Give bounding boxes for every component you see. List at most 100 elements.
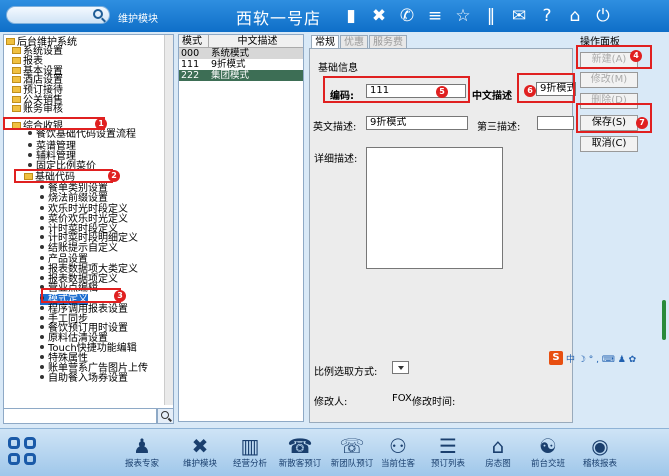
column-header-cn-desc[interactable]: 中文描述 xyxy=(209,35,303,47)
nav-item-audit[interactable]: ◉ 稽核报表 xyxy=(572,433,628,470)
detail-form: 基础信息 编码: 111 中文描述 9折模式 英文描述: 9折模式 第三描述: … xyxy=(309,48,576,423)
bullet-icon xyxy=(40,306,44,310)
tree-leaf-item[interactable]: 自助餐入场券设置 xyxy=(40,373,128,384)
guest-icon: ⚇ xyxy=(389,434,407,458)
nav-item-room-map[interactable]: ⌂ 房态图 xyxy=(470,433,526,470)
tree-folder-item[interactable]: 账务审核 xyxy=(12,104,63,115)
table-row[interactable]: 000 系统模式 xyxy=(179,48,303,59)
top-icon-bar: ▮ ✖ ✆ ≡ ☆ ‖ ✉ ? ⌂ ⏻ xyxy=(340,5,614,27)
tree-leaf-item[interactable]: 结账提示自定义 xyxy=(40,243,118,254)
bullet-icon xyxy=(40,216,44,220)
brand-title: 西软一号店 xyxy=(236,9,322,28)
ime-status: 中 ☽ ° , ⌨ ♟ ✿ xyxy=(566,354,637,365)
tree-vertical-scrollbar[interactable] xyxy=(164,35,173,405)
bullet-icon xyxy=(28,131,32,135)
tree-search-icon[interactable] xyxy=(157,408,174,424)
tab-service-fee[interactable]: 服务费 xyxy=(369,35,407,49)
step-marker-5: 5 xyxy=(436,86,448,98)
bullet-icon xyxy=(40,316,44,320)
tree-item-label: 餐饮基础代码设置流程 xyxy=(36,129,136,140)
nav-item-list[interactable]: ☰ 预订列表 xyxy=(420,433,476,470)
help-icon[interactable]: ? xyxy=(536,5,558,27)
nav-item-guest[interactable]: ⚇ 当前住客 xyxy=(370,433,426,470)
nav-item-bar-chart[interactable]: ▥ 经营分析 xyxy=(222,433,278,470)
third-desc-label: 第三描述: xyxy=(477,122,521,133)
edit-button[interactable]: 修改(M) xyxy=(580,72,638,88)
phone-icon[interactable]: ✆ xyxy=(396,5,418,27)
module-label: 维护模块 xyxy=(118,14,158,25)
bullet-icon xyxy=(40,206,44,210)
menu-icon[interactable]: ≡ xyxy=(424,5,446,27)
cancel-button[interactable]: 取消(C) xyxy=(580,136,638,152)
mail-icon[interactable]: ✉ xyxy=(508,5,530,27)
folder-icon xyxy=(12,57,21,64)
nav-item-handover[interactable]: ☯ 前台交班 xyxy=(520,433,576,470)
column-header-mode[interactable]: 模式 xyxy=(179,35,209,47)
table-row[interactable]: 111 9折模式 xyxy=(179,59,303,70)
cell-code: 000 xyxy=(181,48,200,59)
cell-code: 111 xyxy=(181,59,200,70)
step-marker-1: 1 xyxy=(95,118,107,130)
detail-desc-field[interactable] xyxy=(366,147,503,269)
en-desc-field[interactable]: 9折模式 xyxy=(366,116,468,130)
folder-icon xyxy=(12,96,21,103)
bullet-icon xyxy=(40,375,44,379)
nav-item-label: 当前住客 xyxy=(380,459,415,469)
modifier-label: 修改人: xyxy=(314,397,348,408)
step-marker-2: 2 xyxy=(108,170,120,182)
pause-icon[interactable]: ‖ xyxy=(480,5,502,27)
power-icon[interactable]: ⏻ xyxy=(592,5,614,27)
bullet-icon xyxy=(40,185,44,189)
home-icon[interactable]: ⌂ xyxy=(564,5,586,27)
bullet-icon xyxy=(28,143,32,147)
folder-icon xyxy=(12,76,21,83)
search-box[interactable] xyxy=(6,6,110,24)
section-title: 基础信息 xyxy=(318,63,358,74)
third-desc-field[interactable] xyxy=(537,116,574,130)
ratio-method-label: 比例选取方式: xyxy=(314,367,378,378)
ratio-method-select[interactable] xyxy=(392,361,409,374)
tools-icon: ✖ xyxy=(191,434,209,458)
star-icon[interactable]: ☆ xyxy=(452,5,474,27)
step-marker-3: 3 xyxy=(114,290,126,302)
nav-item-booking[interactable]: ☎ 新散客预订 xyxy=(272,433,328,470)
nav-item-label: 稽核报表 xyxy=(582,459,617,469)
highlight-box xyxy=(323,76,470,103)
search-icon[interactable] xyxy=(93,9,103,19)
signal-icon[interactable]: ▮ xyxy=(340,5,362,27)
nav-item-tools[interactable]: ✖ 维护模块 xyxy=(172,433,228,470)
tab-discount[interactable]: 优惠 xyxy=(340,35,368,49)
bullet-icon xyxy=(40,245,44,249)
cell-desc: 9折模式 xyxy=(211,59,246,70)
tools-icon[interactable]: ✖ xyxy=(368,5,390,27)
audit-icon: ◉ xyxy=(591,434,609,458)
grid-header: 模式 中文描述 xyxy=(179,35,303,48)
nav-item-label: 预订列表 xyxy=(430,459,465,469)
sogou-ime-icon[interactable]: S xyxy=(549,351,563,365)
bullet-icon xyxy=(40,276,44,280)
cn-desc-label: 中文描述 xyxy=(472,91,512,102)
tree-leaf-item[interactable]: 餐饮基础代码设置流程 xyxy=(28,129,136,140)
booking-icon: ☎ xyxy=(287,434,313,458)
tree-item-label: 自助餐入场券设置 xyxy=(48,373,128,384)
nav-item-label: 报表专家 xyxy=(124,459,159,469)
cell-code: 222 xyxy=(181,70,200,81)
bullet-icon xyxy=(40,235,44,239)
top-bar: 维护模块 西软一号店 ▮ ✖ ✆ ≡ ☆ ‖ ✉ ? ⌂ ⏻ xyxy=(0,0,669,32)
bullet-icon xyxy=(40,195,44,199)
app-logo-icon[interactable] xyxy=(8,437,40,469)
ime-toolbar[interactable]: S 中 ☽ ° , ⌨ ♟ ✿ xyxy=(549,350,669,366)
scroll-indicator[interactable] xyxy=(662,300,666,340)
modify-time-label: 修改时间: xyxy=(412,397,456,408)
bullet-icon xyxy=(40,335,44,339)
bar-chart-icon: ▥ xyxy=(240,434,260,458)
table-row[interactable]: 222 集团模式 xyxy=(179,70,303,81)
tab-general[interactable]: 常规 xyxy=(311,35,339,49)
bullet-icon xyxy=(28,163,32,167)
nav-item-person[interactable]: ♟ 报表专家 xyxy=(114,433,170,470)
tree-leaf-item[interactable]: 烧法前缀设置 xyxy=(40,193,108,204)
tree-item-label: 账务审核 xyxy=(23,104,63,115)
tree-search-input[interactable] xyxy=(3,408,157,424)
mode-grid: 模式 中文描述 000 系统模式 111 9折模式 222 集团模式 xyxy=(178,34,304,422)
module-tree: 后台维护系统 系统设置 报表 基本设置 酒店设置 预订接待 公关销售 账务审核 综合收银 餐饮基础… xyxy=(3,34,174,424)
